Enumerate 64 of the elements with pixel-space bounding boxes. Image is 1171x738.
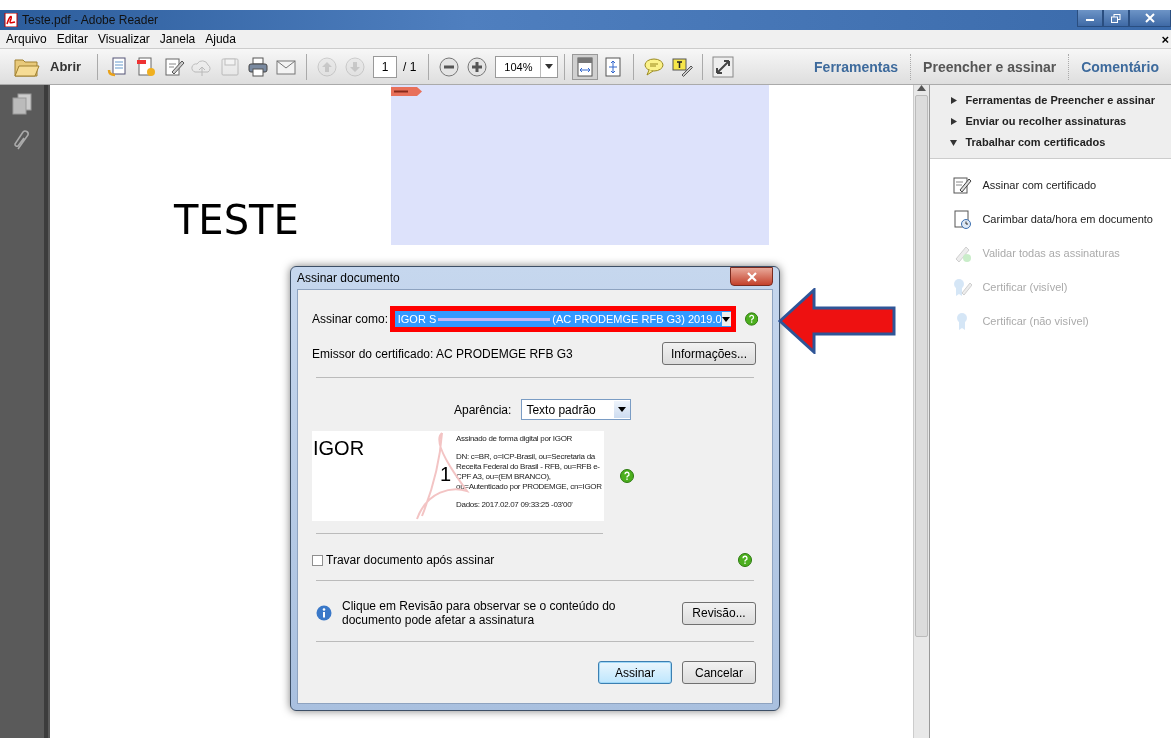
pane-tab[interactable]: Ferramentas [802, 53, 911, 80]
zoom-field[interactable]: 104% [495, 55, 559, 78]
info-button[interactable]: Informações... [661, 342, 756, 365]
review-message: Clique em Revisão para observar se o conteúdo do documento pode afetar a assinatura [342, 599, 617, 627]
menu-item[interactable]: Ajuda [205, 32, 236, 46]
caret-icon [618, 407, 627, 412]
flag-marker [390, 87, 423, 96]
paperclip-icon [12, 129, 31, 151]
appearance-dropdown[interactable]: Texto padrão [521, 399, 632, 420]
close-icon [746, 271, 757, 282]
close-button[interactable] [730, 267, 773, 286]
restore-icon [1111, 13, 1121, 23]
dialog-button[interactable]: Cancelar [682, 661, 756, 684]
window-title: Teste.pdf - Adobe Reader [22, 13, 160, 27]
caret-icon [545, 64, 554, 69]
tool-item[interactable]: Assinar com certificado [952, 175, 1171, 195]
pane-tab[interactable]: Preencher e assinar [910, 53, 1069, 80]
signature-detail-text: Assinado de forma digital por IGOR [456, 434, 574, 444]
pane-section-header[interactable]: Enviar ou recolher assinaturas [950, 115, 1171, 127]
issuer-text: Emissor do certificado: AC PRODEMGE RFB G3 [312, 346, 573, 361]
field-label: Aparência: [454, 402, 512, 417]
signature-detail-text: Dados: 2017.02.07 09:33:25 -03'00' [456, 500, 574, 510]
dialog-title: Assinar documento [297, 271, 401, 285]
expand-triangle-icon [950, 96, 958, 104]
help-icon [620, 469, 634, 483]
expand-triangle-icon [950, 117, 958, 125]
checkbox-label: Travar documento após assinar [326, 553, 495, 567]
minimize-button[interactable] [1077, 10, 1103, 27]
pages-icon [11, 93, 32, 115]
signature-number: 1 [440, 463, 452, 486]
pane-section-header[interactable]: Trabalhar com certificados [950, 136, 1171, 148]
open-button[interactable]: Abrir [14, 55, 92, 78]
sign-pen-icon [952, 175, 973, 195]
review-button[interactable]: Revisão... [682, 601, 756, 625]
expand-arrows-button[interactable] [710, 53, 737, 80]
help-icon [744, 312, 758, 326]
lock-checkbox[interactable] [312, 554, 323, 566]
restore-button[interactable] [1103, 10, 1129, 27]
pdf-file-icon [4, 13, 18, 27]
ribbon-pen-icon [952, 277, 973, 297]
page-number-field[interactable]: 1 [373, 55, 398, 78]
tool-item[interactable]: Carimbar data/hora em documento [952, 209, 1171, 229]
caret-icon [722, 316, 731, 322]
scrollbar[interactable] [913, 85, 930, 738]
close-icon [1145, 13, 1155, 23]
info-icon [316, 605, 332, 621]
signer-name: IGOR [313, 437, 366, 460]
help-icon [738, 553, 752, 567]
menu-item[interactable]: Arquivo [6, 32, 47, 46]
page-count: / 1 [403, 59, 417, 74]
document-heading: TESTE [173, 197, 300, 243]
field-label: Assinar como: [312, 312, 390, 326]
close-button[interactable] [1129, 10, 1171, 27]
pane-section-header[interactable]: Ferramentas de Preencher e assinar [950, 94, 1171, 106]
clock-document-icon [952, 209, 973, 229]
close-document-button[interactable]: × [1161, 31, 1169, 47]
signature-field[interactable] [390, 85, 769, 245]
menu-item[interactable]: Visualizar [98, 32, 150, 46]
menu-item[interactable]: Editar [56, 32, 89, 46]
collapse-triangle-icon [950, 138, 958, 146]
pane-tab[interactable]: Comentário [1068, 53, 1171, 80]
fit-page-button[interactable] [572, 53, 599, 80]
dialog-button[interactable]: Assinar [598, 661, 672, 684]
menu-item[interactable]: Janela [159, 32, 196, 46]
